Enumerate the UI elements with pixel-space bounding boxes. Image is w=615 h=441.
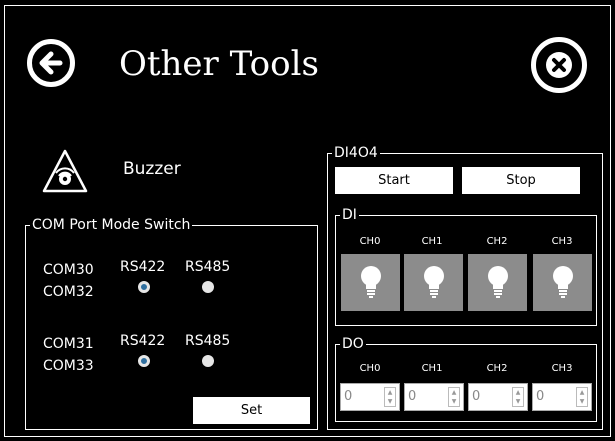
chevron-up-icon[interactable]: ▲	[385, 388, 395, 397]
di-title: DI	[342, 207, 357, 223]
stop-button[interactable]: Stop	[462, 167, 580, 194]
do-channel-label: CH2	[486, 363, 508, 374]
com-port-label: COM31	[43, 336, 94, 352]
buzzer-label: Buzzer	[123, 159, 181, 179]
lightbulb-icon	[424, 266, 444, 298]
com-port-label: COM32	[43, 284, 94, 300]
close-icon	[546, 52, 572, 78]
buzzer-icon	[42, 149, 88, 193]
di-indicator	[533, 254, 592, 311]
lightbulb-icon	[361, 266, 381, 298]
com30-rs485-radio[interactable]	[202, 281, 214, 293]
do-value: 0	[408, 389, 417, 404]
di-indicator	[468, 254, 527, 311]
arrow-left-icon	[39, 51, 63, 75]
do-title: DO	[342, 336, 364, 352]
di-channel-label: CH2	[486, 236, 508, 247]
chevron-down-icon[interactable]: ▼	[449, 397, 459, 406]
stepper-arrows[interactable]: ▲ ▼	[576, 387, 588, 407]
lightbulb-icon	[553, 266, 573, 298]
start-button[interactable]: Start	[335, 167, 453, 194]
do-ch1-stepper[interactable]: 0 ▲ ▼	[404, 383, 464, 411]
close-button[interactable]	[531, 37, 587, 93]
back-button[interactable]	[27, 39, 75, 87]
chevron-up-icon[interactable]: ▲	[577, 388, 587, 397]
do-channel-label: CH0	[359, 363, 381, 374]
page-title: Other Tools	[119, 44, 319, 84]
com-group-title: COM Port Mode Switch	[32, 217, 191, 233]
com-port-label: COM30	[43, 262, 94, 278]
chevron-down-icon[interactable]: ▼	[577, 397, 587, 406]
di-channel-label: CH0	[359, 236, 381, 247]
di4o4-title: DI4O4	[334, 145, 378, 161]
com-port-label: COM33	[43, 358, 94, 374]
do-ch0-stepper[interactable]: 0 ▲ ▼	[340, 383, 400, 411]
do-value: 0	[344, 389, 353, 404]
di-channel-label: CH3	[551, 236, 573, 247]
stepper-arrows[interactable]: ▲ ▼	[384, 387, 396, 407]
rs485-label: RS485	[185, 333, 231, 349]
set-button[interactable]: Set	[193, 397, 310, 424]
do-channel-label: CH3	[551, 363, 573, 374]
rs422-label: RS422	[120, 259, 166, 275]
di-indicator	[404, 254, 463, 311]
com31-rs422-radio[interactable]	[138, 355, 150, 367]
rs485-label: RS485	[185, 259, 231, 275]
chevron-down-icon[interactable]: ▼	[385, 397, 395, 406]
di-channel-label: CH1	[421, 236, 443, 247]
stepper-arrows[interactable]: ▲ ▼	[448, 387, 460, 407]
do-channel-label: CH1	[421, 363, 443, 374]
do-value: 0	[472, 389, 481, 404]
di-indicator	[341, 254, 400, 311]
com31-rs485-radio[interactable]	[202, 355, 214, 367]
lightbulb-icon	[488, 266, 508, 298]
chevron-up-icon[interactable]: ▲	[449, 388, 459, 397]
do-ch2-stepper[interactable]: 0 ▲ ▼	[468, 383, 528, 411]
do-value: 0	[536, 389, 545, 404]
com30-rs422-radio[interactable]	[138, 281, 150, 293]
chevron-up-icon[interactable]: ▲	[513, 388, 523, 397]
chevron-down-icon[interactable]: ▼	[513, 397, 523, 406]
rs422-label: RS422	[120, 333, 166, 349]
stepper-arrows[interactable]: ▲ ▼	[512, 387, 524, 407]
do-ch3-stepper[interactable]: 0 ▲ ▼	[532, 383, 592, 411]
